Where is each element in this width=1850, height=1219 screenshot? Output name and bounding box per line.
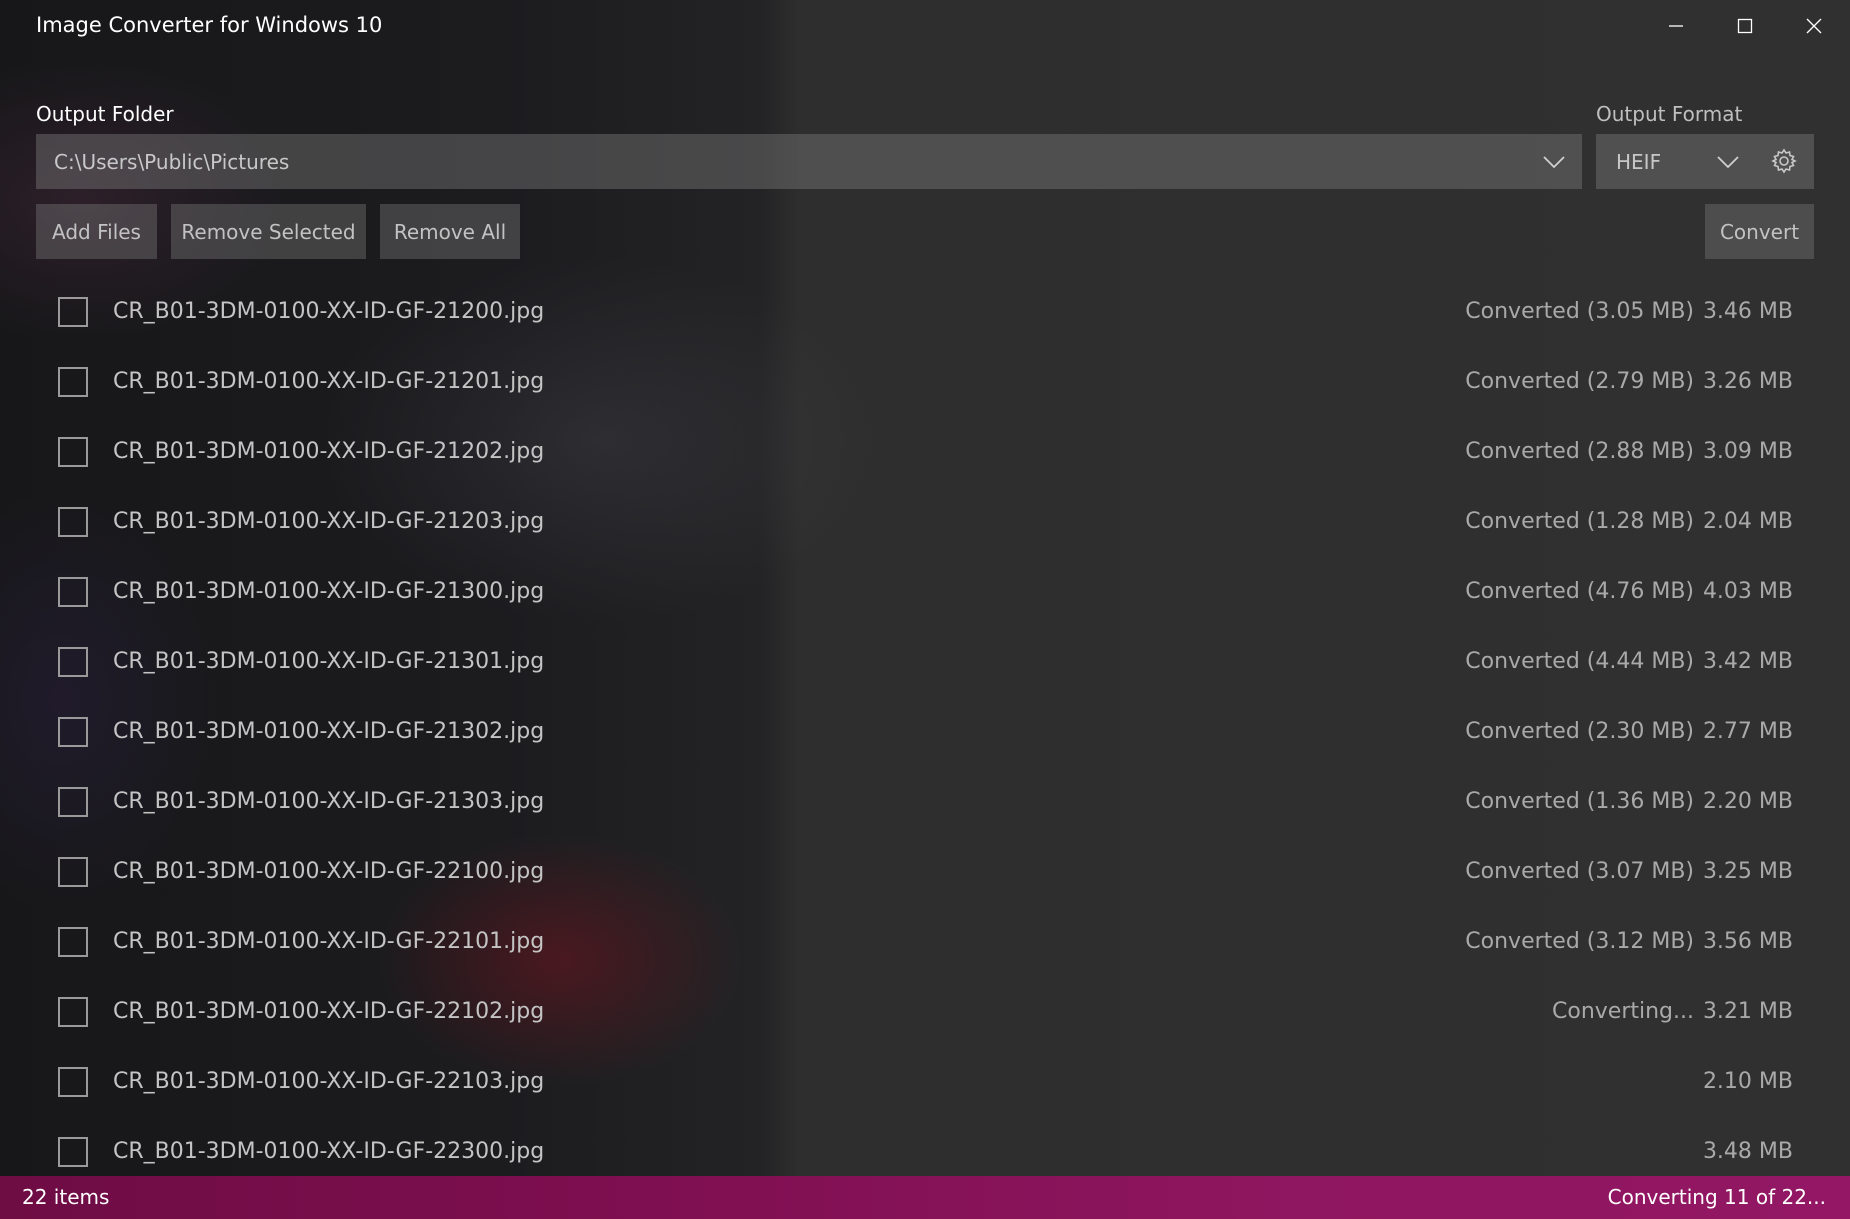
file-name: CR_B01-3DM-0100-XX-ID-GF-21301.jpg [113, 649, 545, 674]
file-checkbox[interactable] [58, 1067, 88, 1097]
item-count: 22 items [22, 1185, 110, 1209]
file-name: CR_B01-3DM-0100-XX-ID-GF-22300.jpg [113, 1139, 545, 1164]
file-checkbox[interactable] [58, 437, 88, 467]
file-name: CR_B01-3DM-0100-XX-ID-GF-22100.jpg [113, 859, 545, 884]
file-status: Converted (4.44 MB) [1465, 649, 1694, 674]
file-status: Converted (3.12 MB) [1465, 929, 1694, 954]
file-name: CR_B01-3DM-0100-XX-ID-GF-22101.jpg [113, 929, 545, 954]
file-name: CR_B01-3DM-0100-XX-ID-GF-22103.jpg [113, 1069, 545, 1094]
file-checkbox[interactable] [58, 297, 88, 327]
output-folder-label: Output Folder [36, 102, 174, 126]
file-checkbox[interactable] [58, 787, 88, 817]
file-name: CR_B01-3DM-0100-XX-ID-GF-21303.jpg [113, 789, 545, 814]
close-icon [1806, 18, 1821, 34]
file-name: CR_B01-3DM-0100-XX-ID-GF-22102.jpg [113, 999, 545, 1024]
file-checkbox[interactable] [58, 367, 88, 397]
file-size: 2.04 MB [1702, 509, 1793, 534]
file-checkbox[interactable] [58, 647, 88, 677]
maximize-icon [1737, 18, 1752, 34]
file-size: 2.10 MB [1702, 1069, 1793, 1094]
file-name: CR_B01-3DM-0100-XX-ID-GF-21302.jpg [113, 719, 545, 744]
output-format-label: Output Format [1596, 102, 1743, 126]
output-format-value: HEIF [1616, 149, 1662, 174]
remove-all-button[interactable]: Remove All [380, 204, 520, 259]
file-size: 3.46 MB [1702, 299, 1793, 324]
convert-button[interactable]: Convert [1705, 204, 1814, 259]
file-size: 3.25 MB [1702, 859, 1793, 884]
list-item[interactable]: CR_B01-3DM-0100-XX-ID-GF-21201.jpg Conve… [0, 348, 1850, 418]
window-title: Image Converter for Windows 10 [36, 13, 383, 37]
list-item[interactable]: CR_B01-3DM-0100-XX-ID-GF-21202.jpg Conve… [0, 418, 1850, 488]
file-name: CR_B01-3DM-0100-XX-ID-GF-21200.jpg [113, 299, 545, 324]
output-folder-combobox[interactable]: C:\Users\Public\Pictures [36, 134, 1582, 189]
file-size: 2.20 MB [1702, 789, 1793, 814]
file-name: CR_B01-3DM-0100-XX-ID-GF-21300.jpg [113, 579, 545, 604]
file-checkbox[interactable] [58, 857, 88, 887]
file-size: 3.42 MB [1702, 649, 1793, 674]
file-size: 3.56 MB [1702, 929, 1793, 954]
file-name: CR_B01-3DM-0100-XX-ID-GF-21201.jpg [113, 369, 545, 394]
file-size: 3.21 MB [1702, 999, 1793, 1024]
file-status: Converted (2.30 MB) [1465, 719, 1694, 744]
minimize-icon [1668, 25, 1683, 27]
list-item[interactable]: CR_B01-3DM-0100-XX-ID-GF-22101.jpg Conve… [0, 908, 1850, 978]
file-size: 3.26 MB [1702, 369, 1793, 394]
file-list[interactable]: CR_B01-3DM-0100-XX-ID-GF-21200.jpg Conve… [0, 278, 1850, 1176]
list-item[interactable]: CR_B01-3DM-0100-XX-ID-GF-21200.jpg Conve… [0, 278, 1850, 348]
list-item[interactable]: CR_B01-3DM-0100-XX-ID-GF-22103.jpg 2.10 … [0, 1048, 1850, 1118]
file-name: CR_B01-3DM-0100-XX-ID-GF-21203.jpg [113, 509, 545, 534]
file-status: Converted (3.05 MB) [1465, 299, 1694, 324]
close-button[interactable] [1779, 0, 1848, 52]
file-size: 4.03 MB [1702, 579, 1793, 604]
file-checkbox[interactable] [58, 927, 88, 957]
file-status: Converted (4.76 MB) [1465, 579, 1694, 604]
list-item[interactable]: CR_B01-3DM-0100-XX-ID-GF-22300.jpg 3.48 … [0, 1118, 1850, 1176]
file-status: Converted (1.28 MB) [1465, 509, 1694, 534]
list-item[interactable]: CR_B01-3DM-0100-XX-ID-GF-22102.jpg Conve… [0, 978, 1850, 1048]
list-item[interactable]: CR_B01-3DM-0100-XX-ID-GF-21300.jpg Conve… [0, 558, 1850, 628]
maximize-button[interactable] [1710, 0, 1779, 52]
list-item[interactable]: CR_B01-3DM-0100-XX-ID-GF-21302.jpg Conve… [0, 698, 1850, 768]
add-files-button[interactable]: Add Files [36, 204, 157, 259]
app-window: Image Converter for Windows 10 Output Fo… [0, 0, 1850, 1219]
minimize-button[interactable] [1641, 0, 1710, 52]
list-item[interactable]: CR_B01-3DM-0100-XX-ID-GF-21303.jpg Conve… [0, 768, 1850, 838]
file-size: 2.77 MB [1702, 719, 1793, 744]
list-item[interactable]: CR_B01-3DM-0100-XX-ID-GF-21203.jpg Conve… [0, 488, 1850, 558]
file-checkbox[interactable] [58, 997, 88, 1027]
list-item[interactable]: CR_B01-3DM-0100-XX-ID-GF-22100.jpg Conve… [0, 838, 1850, 908]
file-checkbox[interactable] [58, 577, 88, 607]
file-status: Converted (3.07 MB) [1465, 859, 1694, 884]
file-checkbox[interactable] [58, 507, 88, 537]
file-status: Converted (1.36 MB) [1465, 789, 1694, 814]
file-size: 3.09 MB [1702, 439, 1793, 464]
chevron-down-icon [1543, 156, 1565, 169]
file-status: Converted (2.79 MB) [1465, 369, 1694, 394]
title-bar[interactable]: Image Converter for Windows 10 [0, 0, 1850, 52]
file-status: Converted (2.88 MB) [1465, 439, 1694, 464]
file-size: 3.48 MB [1702, 1139, 1793, 1164]
file-status: Converting... [1552, 999, 1694, 1024]
list-item[interactable]: CR_B01-3DM-0100-XX-ID-GF-21301.jpg Conve… [0, 628, 1850, 698]
file-checkbox[interactable] [58, 1137, 88, 1167]
gear-icon[interactable] [1771, 148, 1797, 174]
status-bar: 22 items Converting 11 of 22... [0, 1176, 1850, 1219]
remove-selected-button[interactable]: Remove Selected [171, 204, 366, 259]
chevron-down-icon [1717, 156, 1739, 169]
conversion-progress-text: Converting 11 of 22... [1607, 1185, 1826, 1209]
output-folder-value: C:\Users\Public\Pictures [54, 149, 290, 174]
file-checkbox[interactable] [58, 717, 88, 747]
file-name: CR_B01-3DM-0100-XX-ID-GF-21202.jpg [113, 439, 545, 464]
